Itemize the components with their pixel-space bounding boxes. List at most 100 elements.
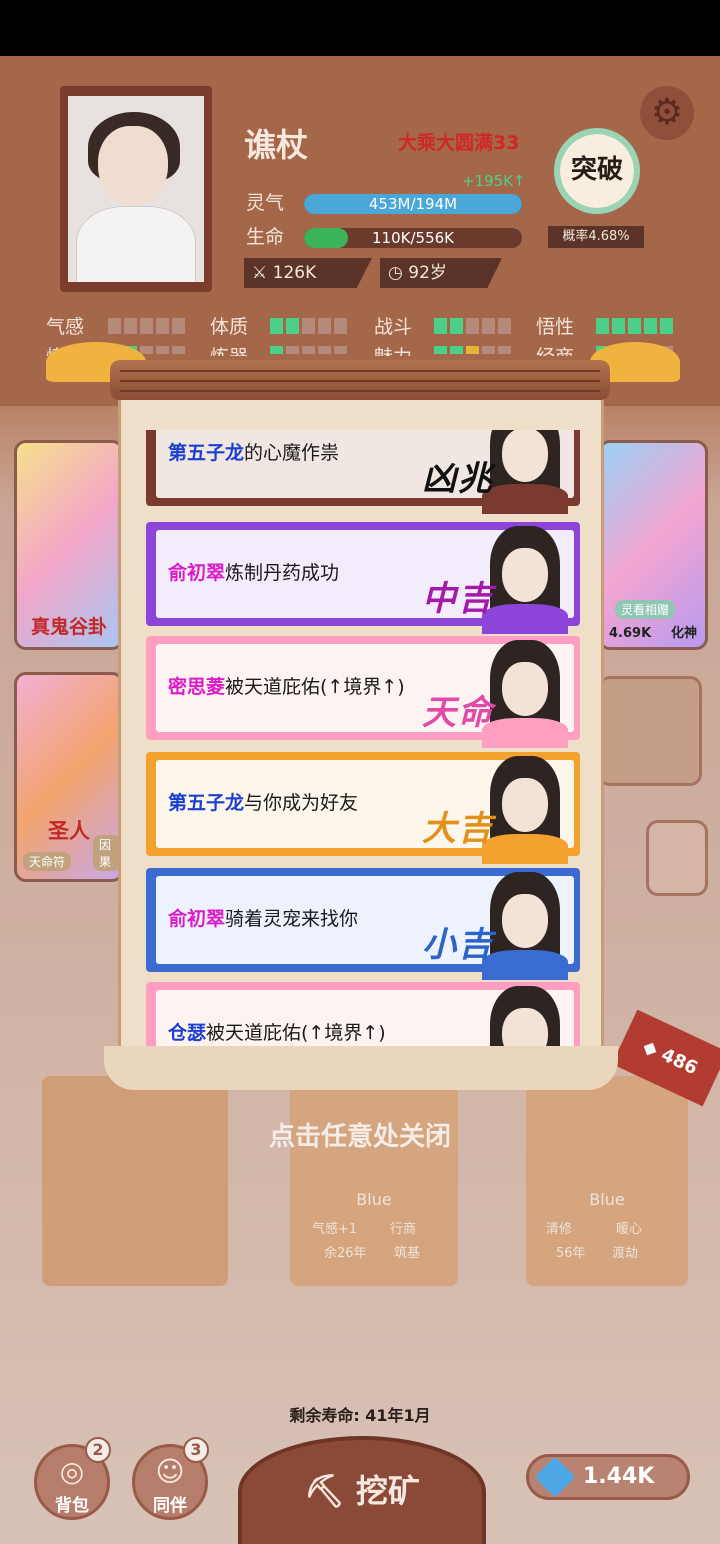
gem-amount: 1.44K <box>583 1464 655 1489</box>
event-person-name: 俞初翠 <box>168 562 226 584</box>
pack-meta: 56年 <box>556 1246 586 1261</box>
event-message: 仓瑟被天道庇佑(↑境界↑) <box>168 1018 386 1045</box>
pack-right-label: Blue <box>589 1190 625 1209</box>
event-fortune: 天命 <box>422 693 494 733</box>
attr-pips <box>596 318 673 334</box>
event-person-name: 第五子龙 <box>168 442 245 464</box>
attr-label: 悟性 <box>536 316 575 338</box>
event-list[interactable]: 第五子龙的心魔作祟 凶兆 俞初翠炼制丹药成功 中吉 密思菱被天道庇佑(↑境界↑) 天命 第五… <box>146 430 582 1046</box>
event-row: 俞初翠炼制丹药成功 中吉 <box>146 522 580 634</box>
attr-label: 炼器 <box>210 342 248 356</box>
event-person-name: 密思菱 <box>168 676 226 698</box>
scroll-bottom-edge <box>104 1046 618 1090</box>
qi-value: 453M/194M <box>368 195 458 213</box>
attr-pips <box>270 346 347 354</box>
bag-button[interactable]: ◎ 背包 2 <box>34 1437 111 1520</box>
portrait-robe <box>482 484 568 514</box>
pack-left[interactable] <box>42 1076 228 1286</box>
pack-tag: 气感+1 <box>312 1222 358 1237</box>
saint-tag: 天命符 <box>23 852 72 871</box>
event-row: 仓瑟被天道庇佑(↑境界↑) <box>146 982 580 1046</box>
pack-middle[interactable]: Blue 气感+1 行商 余26年 筑基 <box>290 1076 458 1286</box>
bag-badge: 2 <box>85 1437 111 1463</box>
game-screen: 谯杖 大乘大圆满33 ⚙ +195K↑ 灵气 453M/194M 生命 110K… <box>0 56 720 1544</box>
event-character-portrait <box>482 640 568 748</box>
gem-balance[interactable]: 1.44K <box>526 1454 690 1500</box>
pack-tag: 清修 <box>546 1222 573 1237</box>
gua-card[interactable]: 真鬼谷卦 <box>14 440 124 650</box>
sword-icon: ⚔ <box>252 263 268 283</box>
event-message: 俞初翠炼制丹药成功 <box>168 558 339 585</box>
event-text: 的心魔作祟 <box>244 442 340 464</box>
age-clock-icon: ◷ <box>388 263 403 283</box>
breakthrough-button[interactable]: 突破 <box>554 128 640 214</box>
age-chip: ◷ 92岁 <box>380 258 502 288</box>
qi-rate: +195K↑ <box>462 172 526 190</box>
lifespan-text: 剩余寿命: 41年1月 <box>289 1406 431 1425</box>
attr-label: 气感 <box>46 316 85 338</box>
gua-card-label: 真鬼谷卦 <box>30 616 107 638</box>
scroll-icon-button[interactable] <box>646 820 708 896</box>
event-row: 密思菱被天道庇佑(↑境界↑) 天命 <box>146 636 580 748</box>
scroll-rod <box>110 360 610 400</box>
event-text: 与你成为好友 <box>244 792 359 814</box>
pack-meta: 筑基 <box>394 1246 421 1261</box>
event-message: 第五子龙与你成为好友 <box>168 788 358 815</box>
power-chip: ⚔ 126K <box>244 258 372 288</box>
portrait-face <box>98 126 168 206</box>
event-character-portrait <box>482 872 568 980</box>
age-value: 92岁 <box>408 263 447 283</box>
gem-icon <box>534 1456 576 1498</box>
event-fortune: 大吉 <box>422 809 494 849</box>
hp-label: 生命 <box>246 226 285 248</box>
portrait-robe <box>482 950 568 980</box>
right-card-realm: 化神 <box>670 626 697 641</box>
event-text: 被天道庇佑(↑境界↑) <box>206 1022 386 1044</box>
bag-label: 背包 <box>55 1496 89 1516</box>
portrait-face <box>502 1008 548 1046</box>
portrait-face <box>502 662 548 716</box>
player-portrait[interactable] <box>60 86 212 292</box>
attr-pips <box>434 318 511 334</box>
rod-line <box>120 380 600 382</box>
qi-label: 灵气 <box>246 192 285 214</box>
mine-button[interactable]: ⛏ 挖矿 <box>238 1436 486 1544</box>
event-character-portrait <box>482 756 568 864</box>
right-card-tag: 灵看相赠 <box>615 600 676 619</box>
portrait-face <box>502 430 548 482</box>
hp-value: 110K/556K <box>372 229 454 247</box>
player-realm: 大乘大圆满33 <box>398 132 520 154</box>
right-top-card[interactable]: 灵看相赠 4.69K 化神 <box>598 440 708 650</box>
attr-pips <box>434 346 511 354</box>
qi-bar: 453M/194M <box>304 194 522 214</box>
rod-line <box>120 390 600 392</box>
saint-card[interactable]: 圣人 天命符 因果 <box>14 672 124 882</box>
shop-building[interactable] <box>598 676 702 786</box>
attr-pips <box>270 318 347 334</box>
gem-icon: ◆ <box>639 1035 662 1061</box>
event-text: 骑着灵宠来找你 <box>225 908 359 930</box>
settings-gear-icon[interactable]: ⚙ <box>640 86 694 140</box>
system-status-bar <box>0 0 720 56</box>
event-fortune: 小吉 <box>422 925 494 965</box>
player-name: 谯杖 <box>244 126 309 164</box>
event-text: 炼制丹药成功 <box>225 562 340 584</box>
portrait-robe <box>482 834 568 864</box>
pack-meta: 渡劫 <box>612 1246 639 1261</box>
portrait-robe <box>482 604 568 634</box>
event-row: 第五子龙与你成为好友大吉 <box>146 752 580 864</box>
event-character-portrait <box>482 526 568 634</box>
portrait-face <box>502 778 548 832</box>
pickaxe-icon: ⛏ <box>304 1472 345 1510</box>
attr-label: 经商 <box>536 342 574 356</box>
right-card-value: 4.69K <box>609 626 652 641</box>
companion-button[interactable]: ☺ 同伴 3 <box>132 1437 209 1520</box>
event-message: 密思菱被天道庇佑(↑境界↑) <box>168 672 405 699</box>
pack-right[interactable]: Blue 清修 暖心 56年 渡劫 <box>526 1076 688 1286</box>
event-person-name: 第五子龙 <box>168 792 245 814</box>
hp-bar: 110K/556K <box>304 228 522 248</box>
power-value: 126K <box>272 263 317 283</box>
close-hint[interactable]: 点击任意处关闭 <box>0 1116 720 1153</box>
pack-tag: 行商 <box>390 1222 417 1237</box>
event-message: 第五子龙的心魔作祟 <box>168 438 339 465</box>
